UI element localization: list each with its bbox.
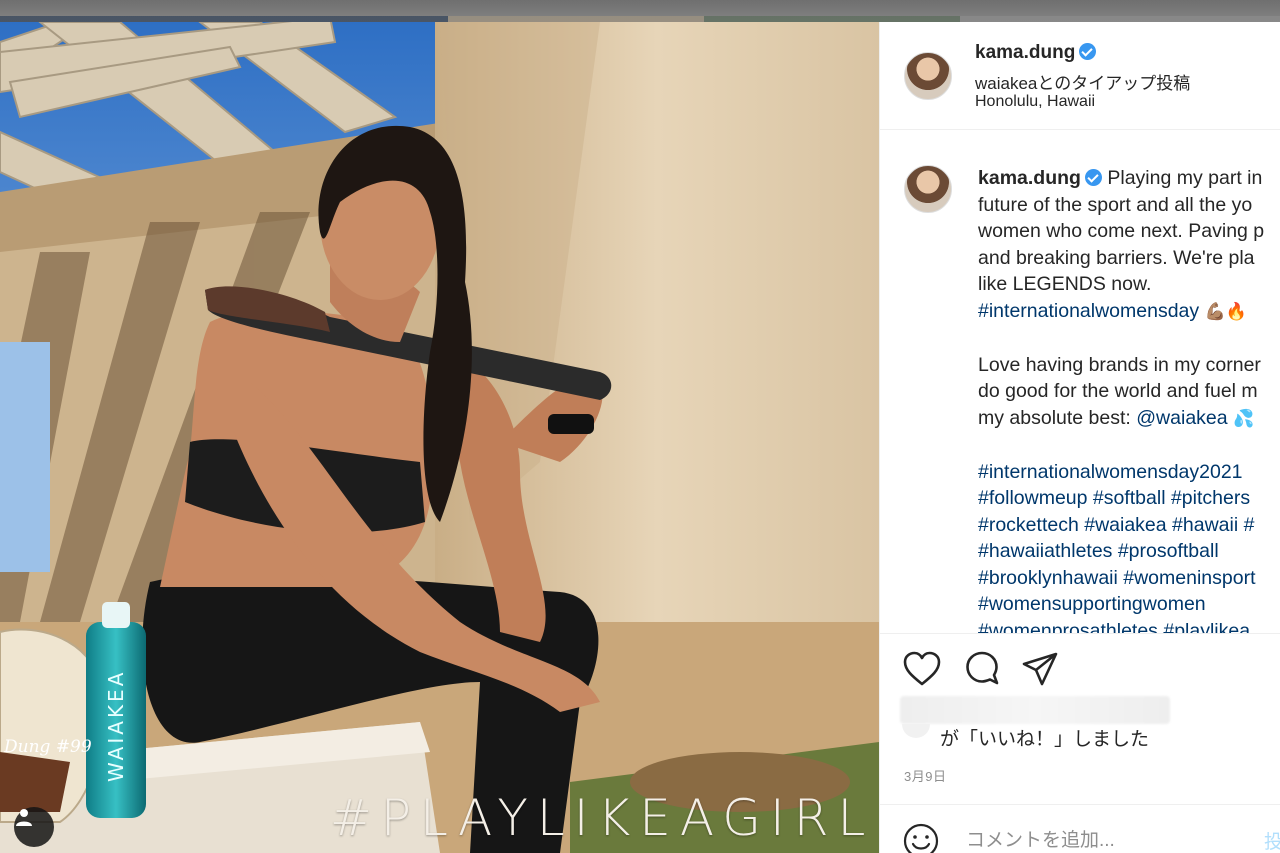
heart-icon[interactable] — [902, 650, 942, 690]
post-side-panel: kama.dung waiakeaとのタイアップ投稿 Honolulu, Haw… — [879, 22, 1280, 853]
caption-username[interactable]: kama.dung — [978, 167, 1081, 189]
caption-line: and breaking barriers. We're pla — [978, 246, 1255, 269]
post-header: kama.dung waiakeaとのタイアップ投稿 Honolulu, Haw… — [880, 22, 1280, 130]
caption-avatar[interactable] — [904, 165, 952, 213]
photo-illustration: WAIAKEA Dung #99 — [0, 22, 879, 853]
author-username-row: kama.dung — [975, 42, 1097, 64]
hashtag-link[interactable]: #followmeup #softball #pitchers — [978, 487, 1250, 509]
bottle-label: WAIAKEA — [104, 670, 128, 782]
hashtag-link[interactable]: #rockettech #waiakea #hawaii # — [978, 514, 1254, 536]
hashtag-link[interactable]: #internationalwomensday — [978, 300, 1199, 322]
caption-verified-icon — [1084, 169, 1102, 186]
hashtag-link[interactable]: #internationalwomensday2021 — [978, 461, 1243, 483]
location-link[interactable]: Honolulu, Hawaii — [975, 93, 1095, 111]
author-username[interactable]: kama.dung — [975, 42, 1075, 63]
caption-line: do good for the world and fuel m — [978, 380, 1258, 402]
emoji: 💦 — [1233, 408, 1255, 428]
caption-section: kama.dung Playing my part in future of t… — [880, 130, 1280, 633]
caption-line: Love having brands in my corner — [978, 353, 1261, 376]
caption-line: my absolute best: — [978, 406, 1131, 429]
browser-top-strip — [0, 0, 1280, 22]
caption-line: Playing my part in — [1107, 167, 1263, 189]
caption-text: kama.dung Playing my part in future of t… — [978, 165, 1280, 633]
partner-brand-link[interactable]: waiakea — [975, 74, 1037, 93]
post-comment-button[interactable]: 投稿する — [1264, 827, 1280, 853]
hashtag-link[interactable]: #hawaiiathletes #prosoftball — [978, 540, 1219, 562]
partnership-suffix: とのタイアップ投稿 — [1037, 74, 1191, 93]
caption-line: future of the sport and all the yo — [978, 193, 1253, 216]
emoji: 💪🏽🔥 — [1204, 301, 1247, 321]
hashtag-link[interactable]: #womenprosathletes #playlikea — [978, 620, 1250, 634]
verified-badge-icon — [1079, 43, 1097, 60]
hashtag-link[interactable]: #brooklynhawaii #womeninsport — [978, 567, 1256, 589]
likes-avatar — [902, 724, 930, 738]
post-date[interactable]: 3月9日 — [904, 766, 946, 785]
post-photo[interactable]: WAIAKEA Dung #99 #PLAYLIKEAGIRL — [0, 22, 879, 853]
glove-text: Dung #99 — [3, 737, 92, 757]
paid-partnership-line: waiakeaとのタイアップ投稿 — [975, 69, 1190, 94]
likes-blurred-names — [900, 696, 1170, 724]
comment-bar: 投稿する — [880, 804, 1280, 853]
comment-icon[interactable] — [962, 650, 1002, 690]
mention-link[interactable]: @waiakea — [1136, 407, 1227, 429]
comment-input[interactable] — [964, 825, 1238, 853]
person-icon — [16, 809, 32, 826]
author-avatar[interactable] — [904, 52, 952, 100]
likes-summary[interactable]: が「いいね！」しました — [940, 724, 1149, 751]
emoji-smile-icon[interactable] — [902, 822, 940, 853]
post-actions: が「いいね！」しました 3月9日 投稿する — [880, 633, 1280, 853]
paper-plane-icon[interactable] — [1020, 650, 1060, 690]
caption-line: like LEGENDS now. — [978, 273, 1152, 295]
hashtag-link[interactable]: #womensupportingwomen — [978, 593, 1206, 615]
user-tag-icon[interactable] — [14, 807, 54, 847]
photo-hashtag-overlay: #PLAYLIKEAGIRL — [330, 789, 875, 847]
caption-line: women who come next. Paving p — [978, 220, 1265, 242]
